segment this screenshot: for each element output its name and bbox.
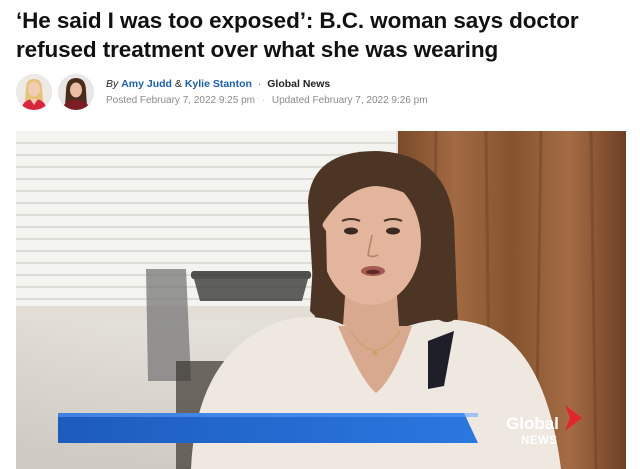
logo-wordmark: Global — [506, 414, 559, 433]
separator-dot: · — [257, 78, 262, 90]
video-still[interactable]: Global NEWS — [16, 131, 626, 469]
author-link-kylie-stanton[interactable]: Kylie Stanton — [185, 78, 252, 90]
video-frame-illustration: Global NEWS — [16, 131, 626, 469]
author-joiner: & — [174, 78, 182, 90]
byline: By Amy Judd & Kylie Stanton · Global New… — [16, 74, 628, 114]
article-headline: ‘He said I was too exposed’: B.C. woman … — [16, 8, 579, 62]
outlet-name: Global News — [267, 78, 331, 90]
logo-subtitle: NEWS — [521, 435, 558, 447]
timestamp-separator: · — [261, 95, 266, 106]
author-avatar-amy-judd[interactable] — [16, 74, 52, 110]
updated-timestamp: Updated February 7, 2022 9:26 pm — [271, 95, 428, 106]
posted-timestamp: Posted February 7, 2022 9:25 pm — [106, 95, 255, 106]
author-link-amy-judd[interactable]: Amy Judd — [121, 78, 172, 90]
author-avatar-kylie-stanton[interactable] — [58, 74, 94, 110]
lower-third-band — [58, 413, 478, 443]
by-label: By — [106, 78, 119, 90]
